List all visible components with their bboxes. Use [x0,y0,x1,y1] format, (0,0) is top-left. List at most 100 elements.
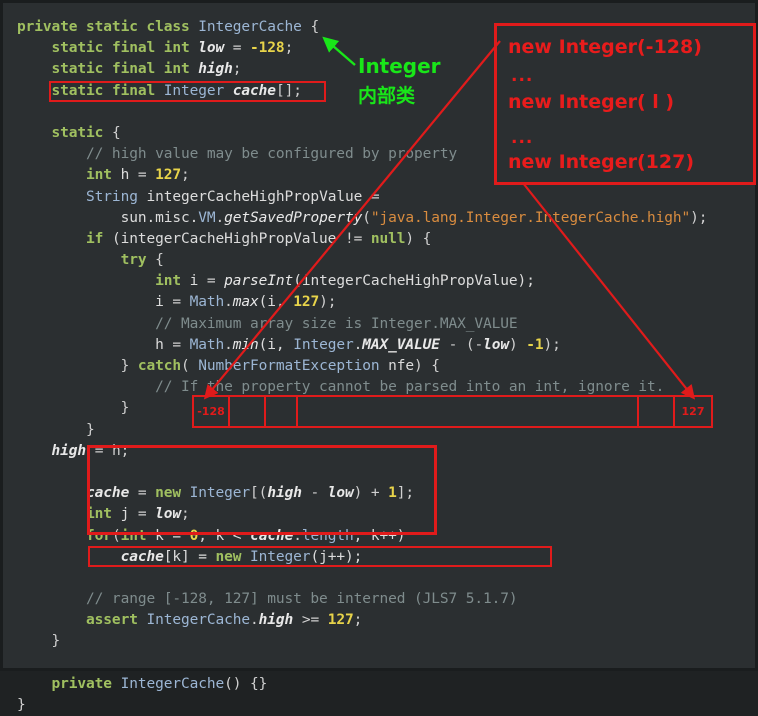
code-token: high [267,485,302,502]
code-token: } [51,633,61,650]
callout-ellipsis-1: ... [511,66,534,86]
code-line: try { [3,250,758,271]
code-token: int [120,527,156,544]
code-line: if (integerCacheHighPropValue != null) { [3,229,758,250]
code-token: final [111,40,164,57]
code-line: cache = new Integer[(high - low) + 1]; [3,483,758,504]
code-screenshot: private static class IntegerCache { stat… [0,0,758,713]
code-token: Integer [293,336,354,353]
code-line: sun.misc.VM.getSavedProperty("java.lang.… [3,208,758,229]
code-token: int [163,61,199,78]
code-line: int i = parseInt(integerCacheHighPropVal… [3,271,758,292]
code-line: } catch( NumberFormatException nfe) { [3,356,758,377]
array-cell [639,397,675,426]
code-token: static [51,124,112,141]
code-token: catch [137,358,181,374]
code-token: [( [250,485,268,502]
code-token: low [155,506,181,523]
code-token: ( [111,527,121,544]
code-line: int j = low; [3,504,758,525]
code-token: 1 [388,485,397,502]
code-token: - ( [439,336,475,353]
code-line: h = Math.min(i, Integer.MAX_VALUE - (-lo… [3,335,758,356]
code-token: >= [293,612,328,629]
code-token: ; [353,612,363,629]
code-token: . [353,336,363,353]
code-token: low [483,336,509,353]
code-token: = h; [86,442,130,459]
code-token: != [344,230,371,247]
code-token: 127 [327,612,354,629]
code-token: new [215,548,251,565]
code-token: low [327,485,354,502]
code-token: = [224,40,251,57]
code-token: ( [180,358,199,374]
code-token: ; [284,40,294,57]
code-token: class [146,19,199,35]
code-token: ) { [414,358,440,374]
code-line: } [3,631,758,652]
code-token: Integer [163,82,233,99]
code-token: ( [362,209,371,226]
code-token: String [86,188,147,205]
code-token: cache [250,527,294,544]
code-line: i = Math.max(i, 127); [3,292,758,313]
code-token: int [86,167,121,184]
code-token: cache [86,485,130,502]
code-token: if [86,230,112,247]
code-line: for(int k = 0; k < cache.length; k++) [3,526,758,547]
code-token: try [120,252,156,269]
code-token: . [224,336,233,353]
code-token: ); [319,294,337,311]
code-token: high [198,61,233,78]
code-token: final [111,61,164,78]
array-cell [230,397,266,426]
code-token: cache [232,82,276,99]
code-token: low [198,40,225,57]
code-line: // Maximum array size is Integer.MAX_VAL… [3,314,758,335]
code-token: { [301,19,320,35]
code-token: static [86,19,147,35]
code-token: (j++); [310,548,363,565]
code-token: ) { [405,230,432,247]
code-token: null [370,230,406,247]
code-token: Math [189,336,225,353]
code-line: String integerCacheHighPropValue = [3,187,758,208]
code-token: 0 [189,527,199,544]
code-token: (i, [258,336,294,353]
code-token: sun.misc. [120,209,199,226]
code-token: "java.lang.Integer.IntegerCache.high" [370,209,691,226]
new-integer-callout-panel: new Integer(-128) ... new Integer( l ) .… [494,23,756,185]
code-token: - [474,336,484,353]
code-token: new [155,485,190,502]
code-token: (i, [258,294,294,311]
code-token: ; k++) [353,527,406,544]
code-token: (integerCacheHighPropValue); [293,273,535,290]
code-token: parseInt [224,273,294,290]
code-token: ; [181,167,190,184]
code-token: length [301,527,354,544]
code-token: -128 [250,40,285,57]
code-token: - [301,485,328,502]
callout-line-3: new Integer(127) [508,151,695,173]
code-token: // Maximum array size is Integer.MAX_VAL… [155,315,518,332]
code-token: } [120,358,138,374]
code-token: // If the property cannot be parsed into… [155,379,665,396]
array-cell-first: -128 [194,397,230,426]
code-token: MAX_VALUE [362,336,440,353]
code-token: . [224,294,233,311]
code-token: = [362,188,380,205]
code-token: j [120,506,130,523]
code-token: high [51,442,87,459]
code-token: k = [155,527,190,544]
code-line: private IntegerCache() {} [3,674,758,695]
code-token: = [172,336,190,353]
code-token: -1 [526,336,544,353]
code-token: h [120,167,130,184]
code-token: ) + [353,485,389,502]
green-note-integer: Integer [358,54,441,78]
code-token: ]; [396,485,415,502]
code-token: []; [275,82,302,99]
